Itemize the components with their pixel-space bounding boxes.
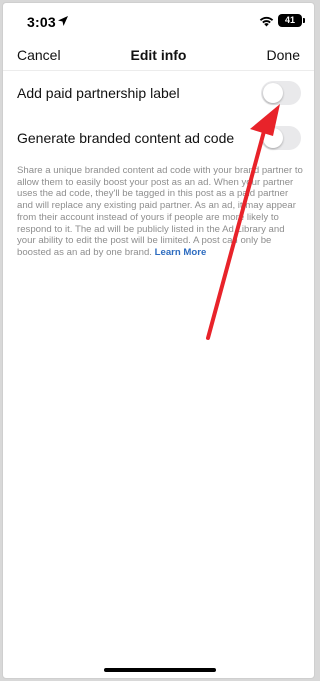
paid-partnership-label: Add paid partnership label [17, 85, 180, 101]
cancel-button[interactable]: Cancel [17, 47, 61, 63]
paid-partnership-row: Add paid partnership label [3, 77, 314, 111]
status-bar: 3:03 41 [3, 3, 314, 41]
battery-tip [303, 18, 305, 23]
description-text: Share a unique branded content ad code w… [17, 165, 303, 258]
paid-partnership-toggle[interactable] [261, 81, 301, 105]
branded-content-description: Share a unique branded content ad code w… [17, 165, 303, 259]
branded-ad-code-toggle[interactable] [261, 126, 301, 150]
learn-more-link[interactable]: Learn More [155, 247, 207, 258]
location-arrow-icon [58, 16, 68, 26]
battery-icon: 41 [278, 14, 302, 27]
nav-bar: Cancel Edit info Done [3, 41, 314, 71]
branded-ad-code-label: Generate branded content ad code [17, 130, 235, 146]
status-time: 3:03 [27, 14, 56, 30]
toggle-knob [263, 128, 283, 148]
wifi-icon [259, 16, 274, 27]
app-screen: 3:03 41 Cancel Edit info Done Add paid p… [2, 2, 315, 679]
done-button[interactable]: Done [267, 47, 300, 63]
branded-ad-code-row: Generate branded content ad code [3, 122, 314, 156]
toggle-knob [263, 83, 283, 103]
home-indicator [104, 668, 216, 672]
